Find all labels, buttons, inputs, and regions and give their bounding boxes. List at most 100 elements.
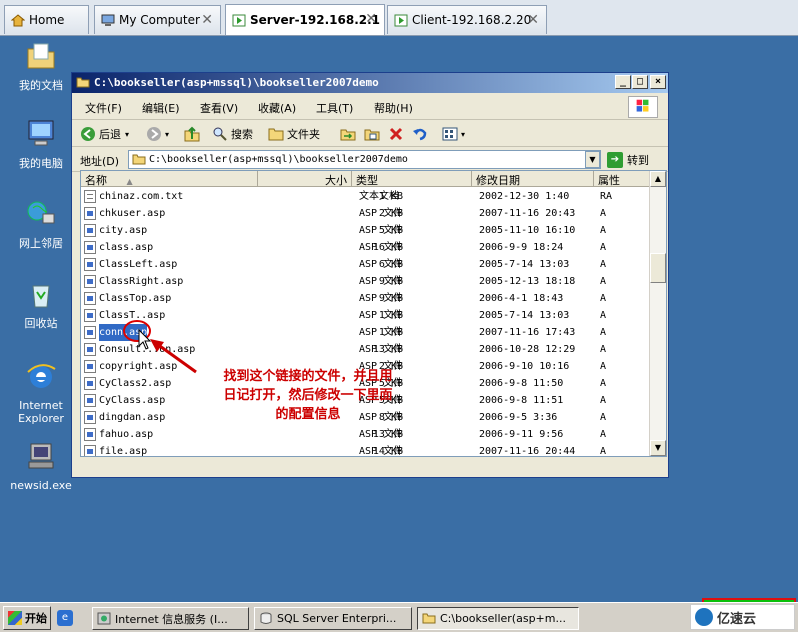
file-modified: 2005-12-13 18:18	[479, 276, 576, 287]
tab-label: Home	[29, 13, 65, 27]
go-button[interactable]: ➔ 转到	[607, 151, 649, 169]
close-button[interactable]: ×	[650, 75, 666, 89]
folder-icon	[76, 77, 90, 88]
taskbar-item-sql-server[interactable]: SQL Server Enterpri...	[254, 607, 412, 630]
scroll-down-icon[interactable]: ▼	[650, 440, 666, 456]
menu-view[interactable]: 查看(V)	[200, 100, 238, 116]
views-button[interactable]: ▾	[442, 124, 465, 144]
file-name: copyright.asp	[99, 361, 178, 372]
back-button[interactable]: 后退 ▾	[80, 124, 129, 144]
file-name: fahuo.asp	[99, 429, 154, 440]
undo-icon[interactable]	[412, 124, 428, 144]
newsid-exe-icon	[28, 443, 54, 469]
file-modified: 2005-7-14 13:03	[479, 259, 570, 270]
file-type: ASP 文件	[359, 225, 404, 236]
network-places-icon	[27, 201, 55, 224]
sql-server-icon	[260, 612, 272, 624]
window-titlebar[interactable]: C:\bookseller(asp+mssql)\bookseller2007d…	[72, 73, 668, 93]
file-modified: 2006-10-28 12:29	[479, 344, 576, 355]
forward-button[interactable]: ▾	[146, 124, 169, 144]
address-input[interactable]: C:\bookseller(asp+mssql)\bookseller2007d…	[128, 150, 601, 169]
file-attr: A	[600, 361, 607, 372]
menu-help[interactable]: 帮助(H)	[374, 100, 413, 116]
asp-file-icon	[84, 224, 96, 237]
file-row[interactable]: chkuser.asp 2 KB ASP 文件 2007-11-16 20:43 A	[81, 205, 649, 222]
back-dropdown-icon[interactable]: ▾	[125, 130, 129, 139]
desktop-icon-newsid[interactable]: newsid.exe	[6, 440, 76, 492]
scroll-up-icon[interactable]: ▲	[650, 171, 666, 187]
taskbar-item-label: SQL Server Enterpri...	[277, 612, 397, 625]
column-header-size[interactable]: 大小	[258, 171, 352, 187]
tab-label: Server-192.168.2.1	[250, 13, 381, 27]
column-header-modified[interactable]: 修改日期	[472, 171, 594, 187]
copy-to-icon[interactable]	[364, 124, 380, 144]
file-row[interactable]: fahuo.asp 13 KB ASP 文件 2006-9-11 9:56 A	[81, 426, 649, 443]
file-row[interactable]: Consult...on.asp 13 KB ASP 文件 2006-10-28 12…	[81, 341, 649, 358]
move-to-icon[interactable]	[340, 124, 356, 144]
tab-home[interactable]: Home	[4, 5, 89, 34]
desktop-icon-recycle-bin[interactable]: 回收站	[6, 278, 76, 330]
taskbar-item-explorer[interactable]: C:\bookseller(asp+m...	[417, 607, 579, 630]
tab-close-icon[interactable]: ✕	[365, 11, 377, 27]
minimize-button[interactable]: _	[615, 75, 631, 89]
back-label: 后退	[99, 128, 121, 141]
column-header-name[interactable]: 名称 ▲	[81, 171, 258, 187]
file-modified: 2005-7-14 13:03	[479, 310, 570, 321]
asp-file-icon	[84, 275, 96, 288]
desktop-icon-label: 网上邻居	[19, 237, 63, 250]
file-type: ASP 文件	[359, 293, 404, 304]
tab-bar: Home My Computer ✕ Server-192.168.2.1 ✕ …	[0, 0, 798, 36]
scroll-thumb[interactable]	[650, 253, 666, 283]
tab-close-icon[interactable]: ✕	[201, 12, 213, 28]
menu-edit[interactable]: 编辑(E)	[142, 100, 180, 116]
file-row[interactable]: file.asp 14 KB ASP 文件 2007-11-16 20:44 A	[81, 443, 649, 457]
go-label: 转到	[627, 154, 649, 167]
start-button[interactable]: 开始	[3, 606, 51, 630]
desktop-icon-network[interactable]: 网上邻居	[6, 198, 76, 250]
windows-logo-icon	[8, 611, 22, 625]
vertical-scrollbar[interactable]: ▲ ▼	[649, 171, 666, 456]
file-type: ASP 文件	[359, 344, 404, 355]
folders-button[interactable]: 文件夹	[268, 124, 320, 144]
desktop-icon-internet-explorer[interactable]: Internet Explorer	[6, 360, 76, 425]
taskbar-item-iis[interactable]: Internet 信息服务 (I...	[92, 607, 249, 630]
recycle-bin-icon	[32, 285, 50, 308]
address-value: C:\bookseller(asp+mssql)\bookseller2007d…	[149, 154, 408, 165]
desktop-icon-my-computer[interactable]: 我的电脑	[6, 118, 76, 170]
tab-client[interactable]: Client-192.168.2.20 ✕	[387, 5, 547, 34]
file-row[interactable]: chinaz.com.txt 1 KB 文本文档 2002-12-30 1:40 RA	[81, 188, 649, 205]
quick-launch-ie-icon[interactable]: e	[57, 610, 73, 626]
file-row[interactable]: ClassLeft.asp 6 KB ASP 文件 2005-7-14 13:03 A	[81, 256, 649, 273]
forward-dropdown-icon[interactable]: ▾	[165, 130, 169, 139]
file-name: chkuser.asp	[99, 208, 166, 219]
my-documents-icon	[27, 43, 55, 69]
menu-favorites[interactable]: 收藏(A)	[258, 100, 296, 116]
file-row[interactable]: ClassRight.asp 9 KB ASP 文件 2005-12-13 18:18…	[81, 273, 649, 290]
address-dropdown-icon[interactable]: ▼	[585, 151, 600, 168]
tab-close-icon[interactable]: ✕	[527, 12, 539, 28]
file-row[interactable]: conn.asp 1 KB ASP 文件 2007-11-16 17:43 A	[81, 324, 649, 341]
maximize-button[interactable]: □	[632, 75, 648, 89]
menu-file[interactable]: 文件(F)	[85, 100, 122, 116]
file-name: class.asp	[99, 242, 154, 253]
search-button[interactable]: 搜索	[212, 124, 253, 144]
delete-icon[interactable]	[388, 124, 404, 144]
file-attr: A	[600, 429, 607, 440]
tab-server[interactable]: Server-192.168.2.1 ✕	[225, 4, 385, 35]
file-attr: A	[600, 446, 607, 457]
desktop-icon-my-documents[interactable]: 我的文档	[6, 40, 76, 92]
vm-running-icon	[232, 14, 246, 26]
file-row[interactable]: ClassT..asp 1 KB ASP 文件 2005-7-14 13:03 A	[81, 307, 649, 324]
file-type: ASP 文件	[359, 276, 404, 287]
file-name: ClassT..asp	[99, 310, 166, 321]
column-header-type[interactable]: 类型	[352, 171, 472, 187]
file-row[interactable]: city.asp 5 KB ASP 文件 2005-11-10 16:10 A	[81, 222, 649, 239]
tab-my-computer[interactable]: My Computer ✕	[94, 5, 221, 34]
file-row[interactable]: ClassTop.asp 9 KB ASP 文件 2006-4-1 18:43 A	[81, 290, 649, 307]
column-header-attributes[interactable]: 属性	[594, 171, 650, 187]
file-row[interactable]: class.asp 16 KB ASP 文件 2006-9-9 18:24 A	[81, 239, 649, 256]
up-folder-icon[interactable]	[184, 124, 200, 144]
menu-tools[interactable]: 工具(T)	[316, 100, 353, 116]
desktop-icon-label: 我的文档	[19, 79, 63, 92]
taskbar-item-label: Internet 信息服务 (I...	[115, 612, 228, 626]
